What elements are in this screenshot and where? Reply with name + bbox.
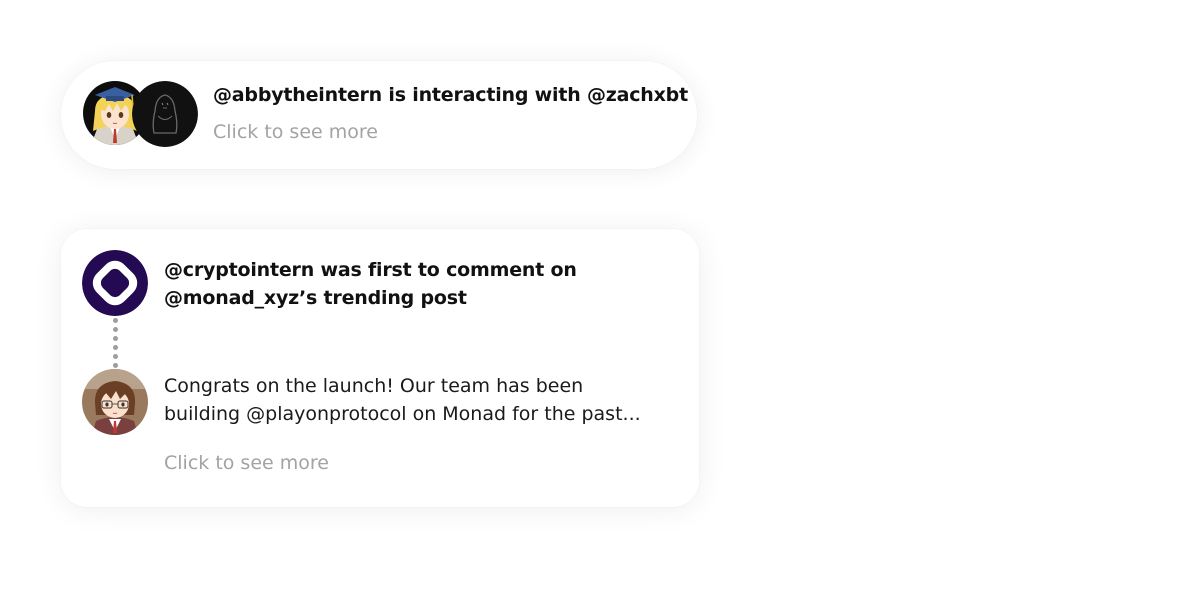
- comment-title-line-1: @cryptointern was first to comment on: [164, 259, 577, 281]
- comment-body-line-1: Congrats on the launch! Our team has bee…: [164, 375, 584, 397]
- comment-title-line-2: @monad_xyz’s trending post: [164, 287, 467, 309]
- interaction-title: @abbytheintern is interacting with @zach…: [213, 84, 688, 106]
- notification-feed: @abbytheintern is interacting with @zach…: [0, 0, 1200, 600]
- interaction-notification-card[interactable]: @abbytheintern is interacting with @zach…: [61, 61, 697, 169]
- comment-notification-card[interactable]: @cryptointern was first to comment on @m…: [61, 229, 699, 507]
- comment-body-line-2: building @playonprotocol on Monad for th…: [164, 403, 641, 425]
- comment-title: @cryptointern was first to comment on @m…: [164, 256, 664, 312]
- comment-body: Congrats on the launch! Our team has bee…: [164, 372, 674, 428]
- monad-avatar[interactable]: [82, 250, 148, 316]
- zachxbt-avatar[interactable]: [132, 81, 198, 147]
- cryptointern-avatar[interactable]: [82, 369, 148, 435]
- thread-connector: [113, 318, 118, 368]
- see-more-link[interactable]: Click to see more: [164, 452, 329, 474]
- see-more-link[interactable]: Click to see more: [213, 121, 378, 143]
